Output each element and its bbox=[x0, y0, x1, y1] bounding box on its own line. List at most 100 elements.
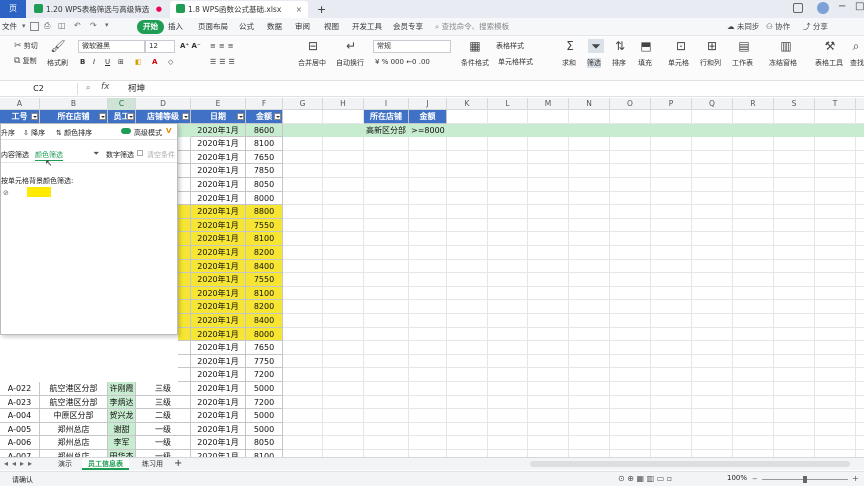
redo-icon[interactable]: ↷ bbox=[90, 21, 97, 30]
amount-cell[interactable]: 7550 bbox=[246, 218, 283, 233]
wps-home-tab[interactable]: 页 bbox=[0, 0, 26, 18]
merge-icon[interactable]: ⊟ bbox=[305, 39, 321, 53]
header-cell-c[interactable]: 员工 bbox=[108, 110, 136, 124]
date-cell[interactable]: 2020年1月 bbox=[191, 327, 246, 342]
menu-file[interactable]: 文件 bbox=[2, 20, 17, 34]
date-cell[interactable]: 2020年1月 bbox=[191, 395, 246, 410]
sort-icon[interactable]: ⇅ bbox=[612, 39, 628, 53]
yellow-color-swatch[interactable] bbox=[27, 187, 51, 197]
store-level-cell[interactable]: 三级 bbox=[136, 395, 191, 410]
restore-icon[interactable]: □ bbox=[855, 1, 864, 12]
amount-cell[interactable]: 7200 bbox=[246, 395, 283, 410]
date-cell[interactable]: 2020年1月 bbox=[191, 314, 246, 328]
amount-cell[interactable]: 7200 bbox=[246, 368, 283, 382]
menu-member[interactable]: 会员专享 bbox=[393, 20, 423, 34]
close-icon[interactable]: × bbox=[296, 1, 302, 18]
column-header-h[interactable]: H bbox=[323, 98, 364, 110]
filter-dropdown-icon[interactable] bbox=[31, 113, 38, 120]
conditional-format-button[interactable]: 条件格式 bbox=[461, 58, 489, 68]
row-col-button[interactable]: 行和列 bbox=[700, 58, 721, 68]
cut-button[interactable]: ✂ 剪切 bbox=[14, 41, 38, 51]
amount-cell[interactable]: 8200 bbox=[246, 246, 283, 260]
number-format-buttons[interactable]: ¥ % 000 ←0 .00 bbox=[375, 57, 430, 67]
employee-name-cell[interactable]: 李炳达 bbox=[108, 395, 136, 410]
employee-name-cell[interactable]: 谢甜 bbox=[108, 422, 136, 437]
header-cell-e[interactable]: 日期 bbox=[191, 110, 246, 124]
amount-cell[interactable]: 7650 bbox=[246, 150, 283, 165]
cell[interactable] bbox=[178, 164, 191, 178]
amount-cell[interactable]: 7550 bbox=[246, 273, 283, 287]
amount-cell[interactable]: 7650 bbox=[246, 341, 283, 355]
employee-id-cell[interactable]: A-022 bbox=[0, 382, 40, 396]
cell[interactable] bbox=[178, 150, 191, 165]
highlighted-cell[interactable] bbox=[178, 314, 191, 328]
column-header-q[interactable]: Q bbox=[692, 98, 733, 110]
date-cell[interactable]: 2020年1月 bbox=[191, 450, 246, 457]
column-header-g[interactable]: G bbox=[283, 98, 323, 110]
store-cell[interactable]: 郑州总店 bbox=[40, 436, 108, 450]
date-cell[interactable]: 2020年1月 bbox=[191, 137, 246, 151]
amount-cell[interactable]: 7750 bbox=[246, 354, 283, 369]
column-header-a[interactable]: A bbox=[0, 98, 40, 110]
italic-button[interactable]: I bbox=[93, 57, 95, 67]
date-cell[interactable]: 2020年1月 bbox=[191, 164, 246, 178]
tab-filter-doc[interactable]: 1.20 WPS表格筛选与高级筛选 ● bbox=[28, 1, 166, 18]
menu-start[interactable]: 开始 bbox=[137, 20, 164, 34]
amount-cell[interactable]: 8100 bbox=[246, 232, 283, 246]
menu-arrow-icon[interactable]: ▾ bbox=[22, 22, 26, 30]
employee-name-cell[interactable]: 许刚霞 bbox=[108, 382, 136, 396]
cell[interactable] bbox=[178, 137, 191, 151]
date-cell[interactable]: 2020年1月 bbox=[191, 300, 246, 314]
freeze-icon[interactable]: ▥ bbox=[778, 39, 794, 53]
date-cell[interactable]: 2020年1月 bbox=[191, 382, 246, 396]
date-cell[interactable]: 2020年1月 bbox=[191, 341, 246, 355]
criteria-header-amount[interactable]: 金额 bbox=[409, 110, 447, 124]
amount-cell[interactable]: 8000 bbox=[246, 191, 283, 206]
highlighted-cell[interactable] bbox=[178, 218, 191, 233]
fill-button[interactable]: 填充 bbox=[638, 58, 652, 68]
column-header-p[interactable]: P bbox=[651, 98, 692, 110]
amount-cell[interactable]: 8600 bbox=[246, 123, 283, 138]
amount-cell[interactable]: 8050 bbox=[246, 178, 283, 192]
menu-page-layout[interactable]: 页面布局 bbox=[198, 20, 228, 34]
table-tools-button[interactable]: 表格工具 bbox=[815, 58, 843, 68]
cell[interactable] bbox=[178, 341, 191, 355]
employee-id-cell[interactable]: A-005 bbox=[0, 422, 40, 437]
store-cell[interactable]: 郑州总店 bbox=[40, 422, 108, 437]
store-cell[interactable]: 中原区分部 bbox=[40, 409, 108, 423]
avatar[interactable] bbox=[817, 2, 829, 14]
advanced-mode-toggle[interactable] bbox=[121, 128, 131, 134]
employee-id-cell[interactable]: A-004 bbox=[0, 409, 40, 423]
save-icon[interactable] bbox=[30, 22, 39, 31]
date-cell[interactable]: 2020年1月 bbox=[191, 205, 246, 219]
column-header-e[interactable]: E bbox=[191, 98, 246, 110]
print-icon[interactable]: ⎙ bbox=[44, 21, 50, 31]
store-level-cell[interactable]: 一级 bbox=[136, 436, 191, 450]
table-style-button[interactable]: 表格样式 bbox=[496, 41, 524, 51]
formula-input[interactable]: 柯坤 bbox=[128, 83, 145, 95]
store-cell[interactable]: 航空港区分部 bbox=[40, 395, 108, 410]
highlighted-cell[interactable] bbox=[178, 327, 191, 342]
clear-icon[interactable]: ◇ bbox=[168, 57, 173, 67]
date-cell[interactable]: 2020年1月 bbox=[191, 273, 246, 287]
format-brush-label[interactable]: 格式刷 bbox=[47, 58, 68, 68]
column-header-n[interactable]: N bbox=[569, 98, 610, 110]
date-cell[interactable]: 2020年1月 bbox=[191, 150, 246, 165]
more-icon[interactable]: ▾ bbox=[105, 21, 109, 29]
amount-cell[interactable]: 5000 bbox=[246, 422, 283, 437]
amount-cell[interactable]: 8400 bbox=[246, 314, 283, 328]
menu-view[interactable]: 视图 bbox=[324, 20, 339, 34]
sheet-tab-demo[interactable]: 演示 bbox=[52, 458, 78, 470]
share-button[interactable]: ⤴ 分享 bbox=[803, 20, 828, 34]
store-level-cell[interactable]: 一级 bbox=[136, 450, 191, 457]
bold-button[interactable]: B bbox=[80, 57, 85, 67]
date-cell[interactable]: 2020年1月 bbox=[191, 286, 246, 301]
copy-button[interactable]: ⧉ 复制 bbox=[14, 56, 37, 66]
header-cell-d[interactable]: 店铺等级 bbox=[136, 110, 191, 124]
horizontal-scrollbar[interactable] bbox=[530, 461, 850, 467]
criteria-value-store[interactable]: 高新区分部 bbox=[364, 124, 409, 138]
column-header-j[interactable]: J bbox=[409, 98, 447, 110]
sum-icon[interactable]: Σ bbox=[562, 39, 578, 53]
date-cell[interactable]: 2020年1月 bbox=[191, 178, 246, 192]
employee-id-cell[interactable]: A-007 bbox=[0, 450, 40, 457]
